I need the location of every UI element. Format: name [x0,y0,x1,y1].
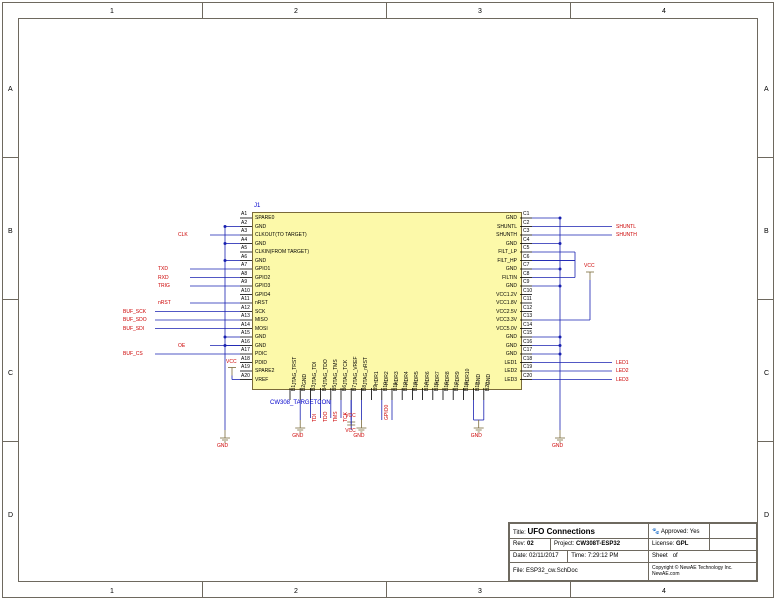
title-key: Title: [513,530,526,536]
file-value: ESP32_cw.SchDoc [526,568,578,574]
rev-value: 02 [527,541,534,547]
title-block: Title: UFO Connections 🐾 Approved: Yes R… [508,522,758,582]
sheet-key: Sheet [652,553,668,559]
schematic-sheet: 11223344AABBCCDD J1 CW308_TARGETCON A1SP… [0,0,776,600]
date-value: 02/11/2017 [529,553,559,559]
approved-value: Yes [690,529,700,535]
license-key: License: [652,541,674,547]
wiring-layer [0,0,776,600]
license-value: GPL [676,541,688,547]
copyright: Copyright © NewAE Technology Inc. NewAE.… [652,565,733,577]
approved-key: Approved: [661,529,688,535]
paw-icon: 🐾 [652,529,659,535]
project-key: Project: [554,541,574,547]
title-value: UFO Connections [527,527,595,536]
time-value: 7:29:12 PM [588,553,619,559]
project-value: CW308T-ESP32 [576,541,620,547]
file-key: File: [513,568,524,574]
sheet-value: of [673,553,678,559]
rev-key: Rev: [513,541,525,547]
date-key: Date: [513,553,527,559]
time-key: Time: [571,553,586,559]
